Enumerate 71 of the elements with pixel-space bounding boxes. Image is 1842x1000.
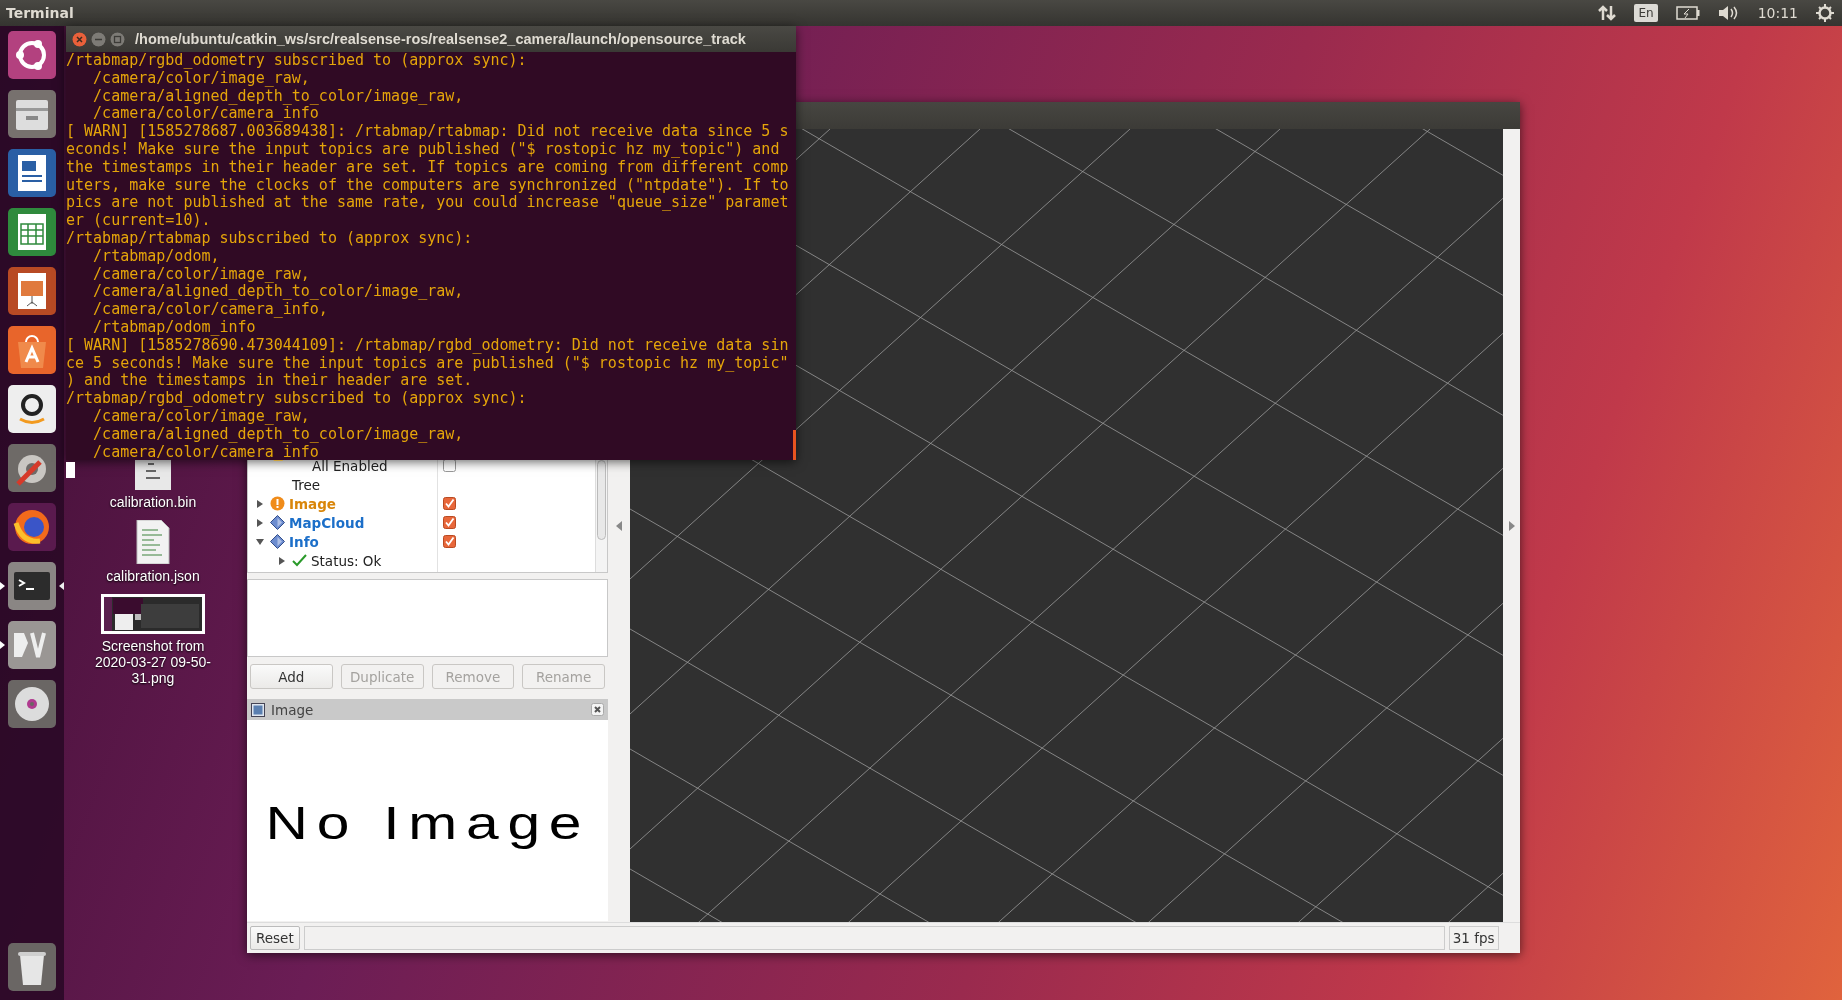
terminal-line: /camera/aligned_depth_to_color/image_raw,	[92, 87, 464, 106]
diamond-icon	[270, 515, 285, 530]
desktop-icon-label[interactable]: Screenshot from 2020-03-27 09-50-31.png	[86, 638, 220, 686]
document-icon[interactable]	[6, 147, 58, 199]
checkbox[interactable]	[443, 497, 456, 510]
fps-readout: 31 fps	[1448, 926, 1499, 950]
expand-arrow-icon[interactable]	[1508, 520, 1515, 531]
desktop-icon-label[interactable]: calibration.json	[86, 568, 220, 584]
minimize-icon[interactable]	[91, 31, 106, 47]
terminal-line: [ WARN] [1585278690.473044109]: /rtabmap/rgbd_odometry: Did not receive data sin	[66, 336, 789, 355]
checkbox[interactable]	[443, 535, 456, 548]
volume-icon[interactable]	[1717, 5, 1740, 21]
terminal-line: /rtabmap/odom,	[92, 247, 220, 266]
file-cabinet-icon[interactable]	[6, 88, 58, 140]
terminal-line: er (current=10).	[66, 212, 211, 230]
app-title: Terminal	[6, 5, 74, 21]
check-icon	[292, 553, 307, 568]
diamond-icon	[270, 534, 285, 549]
terminal-line: /camera/color/camera_info,	[92, 301, 328, 319]
battery-icon[interactable]	[1675, 6, 1700, 20]
desktop-icon-label[interactable]: calibration.bin	[86, 494, 220, 510]
clock[interactable]: 10:11	[1757, 5, 1798, 21]
collapsed-arrow-icon[interactable]	[278, 556, 286, 565]
display-label[interactable]: Info	[289, 533, 319, 550]
collapsed-arrow-icon[interactable]	[256, 518, 264, 527]
display-label[interactable]: Status: Ok	[311, 552, 382, 569]
collapse-arrow-icon[interactable]	[616, 520, 622, 531]
terminal-line: ce 5 seconds! Make sure the input topics are published ("$ rostopic hz my_topic"	[66, 354, 789, 373]
text-cursor	[66, 462, 75, 479]
reset-button[interactable]: Reset	[250, 926, 300, 950]
terminal-line: /camera/color/image_raw,	[93, 407, 310, 426]
panel-button[interactable]: Add	[250, 664, 333, 689]
trash-icon[interactable]	[6, 941, 58, 993]
terminal-line: [ WARN] [1585278687.003689438]: /rtabmap/rtabmap: Did not receive data since 5 s	[66, 123, 789, 141]
display-label[interactable]: Tree	[292, 476, 321, 493]
scrollbar[interactable]	[793, 430, 796, 460]
scrollbar[interactable]	[595, 460, 607, 572]
network-icon[interactable]	[1598, 4, 1617, 22]
terminal-line: the timestamps in their header are set. If topics are coming from different comp	[66, 158, 789, 177]
terminal-line: /camera/color/image_raw,	[92, 265, 310, 284]
terminal-line: /rtabmap/rgbd_odometry subscribed to (approx sync):	[66, 390, 527, 408]
shopping-bag-icon[interactable]	[6, 324, 58, 376]
gear-icon[interactable]	[1816, 4, 1834, 22]
spreadsheet-icon[interactable]	[6, 206, 58, 258]
terminal-line: /camera/aligned_depth_to_color/image_raw,	[92, 425, 464, 444]
terminal-line: /camera/aligned_depth_to_color/image_raw,	[92, 283, 464, 302]
terminal-icon[interactable]	[6, 560, 58, 612]
collapsed-arrow-icon[interactable]	[256, 499, 264, 508]
text-file-icon[interactable]	[135, 520, 171, 564]
close-icon[interactable]	[591, 703, 604, 716]
keyboard-layout-indicator[interactable]: En	[1634, 4, 1658, 22]
maximize-icon[interactable]	[110, 31, 125, 47]
terminal-line: /rtabmap/rtabmap subscribed to (approx sync):	[66, 229, 473, 248]
expanded-arrow-icon[interactable]	[256, 537, 264, 546]
terminal-line: econds! Make sure the input topics are published ("$ rostopic hz my_topic") and	[66, 141, 780, 159]
terminal-line: /camera/color/camera_info	[92, 105, 319, 124]
window-title: /home/ubuntu/catkin_ws/src/realsense-ros/realsense2_camera/launch/opensource_track	[135, 31, 746, 47]
terminal-line: ) and the timestamps in their header are set.	[66, 372, 473, 391]
close-icon[interactable]	[72, 31, 87, 47]
terminal-line: /rtabmap/rgbd_odometry subscribed to (approx sync):	[66, 52, 527, 70]
image-icon	[251, 702, 265, 717]
terminal-line: pics are not published at the same rate, you could increase "queue_size" paramet	[66, 194, 789, 213]
no-image-message: No Image	[265, 795, 590, 850]
terminal-line: /rtabmap/odom_info	[92, 318, 256, 337]
terminal-line: uters, make sure the clocks of the computers are synchronized ("ntpdate"). If to	[66, 176, 789, 195]
panel-title: Image	[271, 701, 314, 718]
terminal-line: /camera/color/image_raw,	[93, 69, 310, 88]
checkbox[interactable]	[443, 516, 456, 529]
presentation-icon[interactable]	[6, 265, 58, 317]
warning-icon	[270, 496, 285, 511]
display-label[interactable]: MapCloud	[289, 514, 365, 531]
